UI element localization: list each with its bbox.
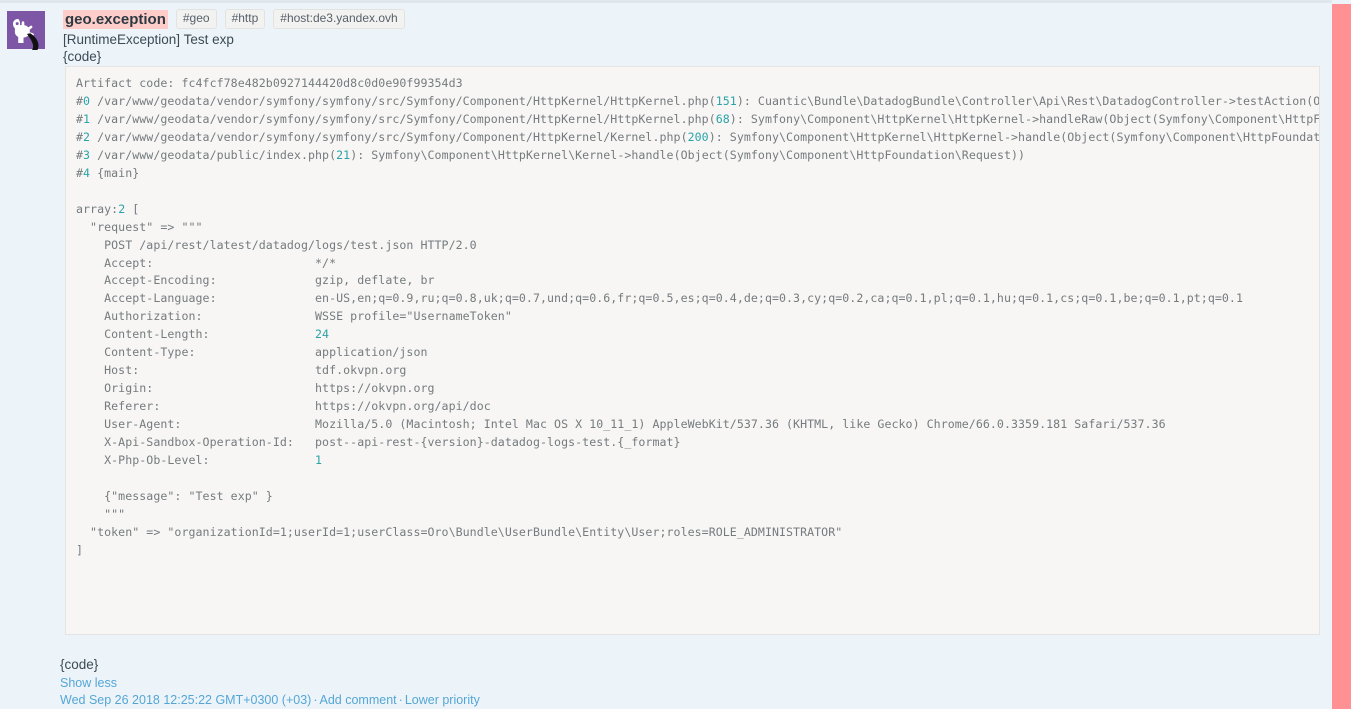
- meta-separator-2: ·: [398, 693, 403, 707]
- tag-host[interactable]: #host:de3.yandex.ovh: [273, 9, 405, 29]
- lower-priority-link[interactable]: Lower priority: [405, 693, 480, 707]
- tag-http[interactable]: #http: [224, 9, 266, 29]
- event-meta: Wed Sep 26 2018 12:25:22 GMT+0300 (+03) ·…: [60, 692, 480, 708]
- code-open-marker: {code}: [63, 49, 102, 64]
- code-content: Artifact code: fc4fcf78e482b0927144420d8…: [76, 76, 1320, 557]
- tag-geo[interactable]: #geo: [175, 9, 217, 29]
- event-card: geo.exception #geo #http #host:de3.yande…: [0, 0, 1332, 709]
- show-less-link[interactable]: Show less: [60, 675, 117, 691]
- event-subtitle: [RuntimeException] Test exp: [63, 32, 234, 47]
- severity-bar: [1332, 4, 1351, 709]
- add-comment-link[interactable]: Add comment: [320, 693, 397, 707]
- event-header: geo.exception #geo #http #host:de3.yande…: [63, 9, 405, 29]
- page-title[interactable]: geo.exception: [63, 9, 168, 29]
- code-close-marker: {code}: [60, 657, 99, 672]
- meta-separator-1: ·: [313, 693, 318, 707]
- datadog-dog-logo-icon: [7, 11, 45, 50]
- avatar: [5, 10, 49, 54]
- code-block[interactable]: Artifact code: fc4fcf78e482b0927144420d8…: [65, 66, 1320, 635]
- timestamp: Wed Sep 26 2018 12:25:22 GMT+0300 (+03): [60, 693, 312, 707]
